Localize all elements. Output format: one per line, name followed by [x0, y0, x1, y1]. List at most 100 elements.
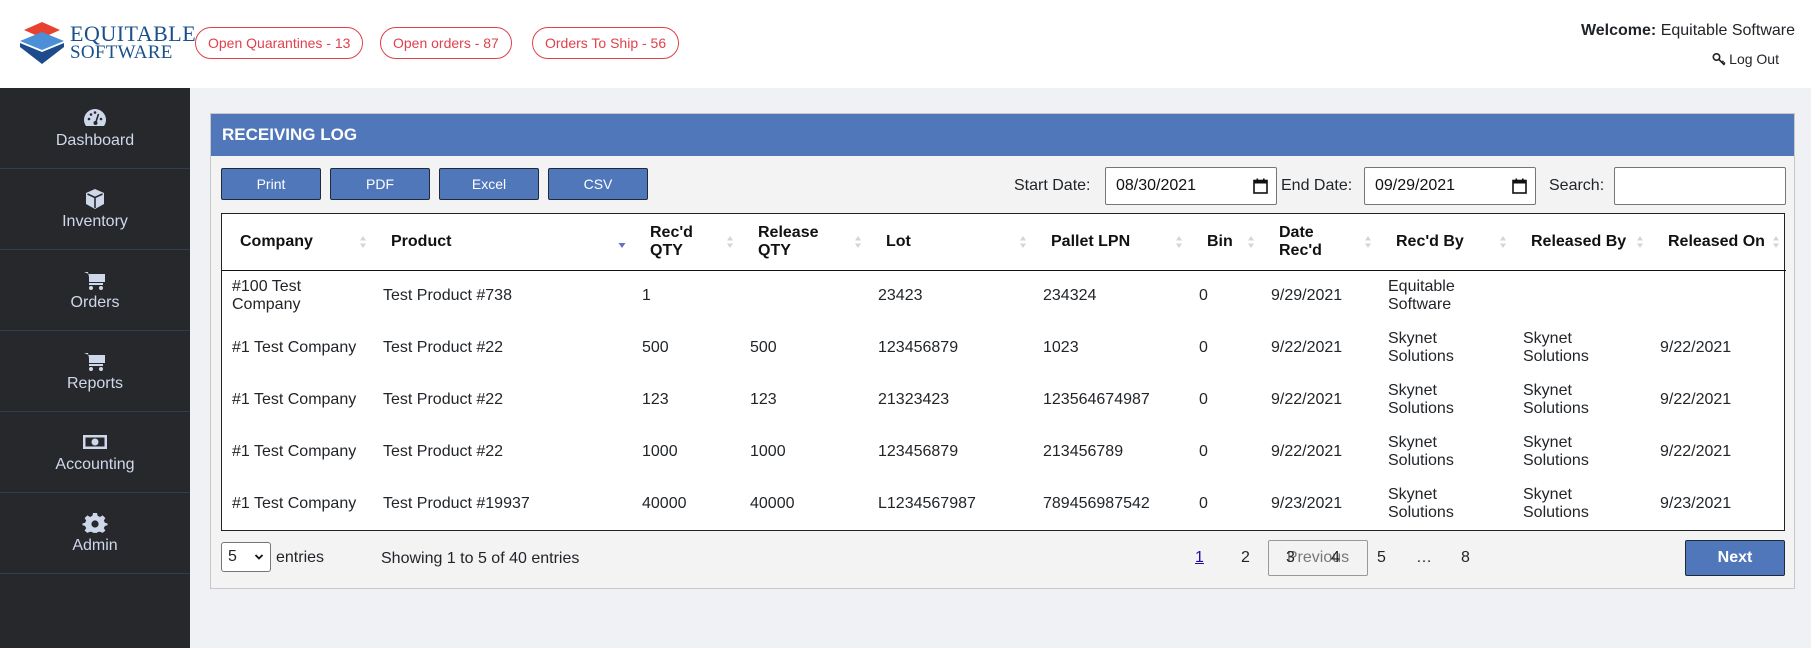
page-link-3[interactable]: 3 — [1286, 549, 1295, 567]
sort-icon — [1020, 235, 1026, 248]
sidebar-item-orders[interactable]: Orders — [0, 250, 190, 331]
start-date-input[interactable]: 08/30/2021 — [1105, 167, 1277, 205]
chevron-down-icon — [254, 554, 264, 560]
end-date-input[interactable]: 09/29/2021 — [1364, 167, 1536, 205]
start-date-label: Start Date: — [1014, 177, 1091, 194]
money-icon — [83, 434, 107, 449]
cell-date-rec-d: 9/23/2021 — [1271, 495, 1343, 512]
cell-released-by: Skynet Solutions — [1523, 434, 1589, 469]
sidebar-item-reports[interactable]: Reports — [0, 331, 190, 412]
table-row[interactable]: #1 Test Company Test Product #19937 40000 4… — [222, 478, 1786, 530]
cell-lot: 23423 — [878, 287, 923, 305]
sidebar-item-label: Reports — [66, 374, 124, 392]
cell-company: #1 Test Company — [232, 391, 357, 408]
open-orders-pill[interactable]: Open orders - 87 — [380, 27, 512, 59]
page-link-1[interactable]: 1 — [1195, 549, 1204, 567]
table-row[interactable]: #1 Test Company Test Product #22 1000 1000 1… — [222, 426, 1786, 478]
cell-rec-d-qty: 1000 — [642, 443, 678, 460]
logout-link[interactable]: Log Out — [1712, 51, 1779, 67]
page-length-select[interactable]: 5 — [221, 542, 271, 572]
logo-line-1: EQUITABLE — [70, 21, 197, 46]
cell-released-on: 9/23/2021 — [1660, 495, 1732, 512]
cart-icon — [84, 352, 105, 371]
page-link-2[interactable]: 2 — [1241, 549, 1250, 567]
calendar-icon[interactable] — [1253, 178, 1268, 194]
cell-pallet-lpn: 234324 — [1043, 287, 1097, 305]
column-header-rec-d-by[interactable]: Rec'd By — [1378, 214, 1513, 271]
cell-released-by — [1513, 270, 1650, 322]
entries-label: entries — [276, 549, 325, 566]
sidebar-item-inventory[interactable]: Inventory — [0, 169, 190, 250]
cell-rec-d-by: Skynet Solutions — [1388, 330, 1454, 365]
cell-rec-d-by: Equitable Software — [1388, 278, 1455, 314]
cell-rec-d-by: Skynet Solutions — [1388, 434, 1454, 469]
calendar-icon[interactable] — [1512, 178, 1527, 194]
logo[interactable]: EQUITABLE SOFTWARE — [16, 22, 196, 64]
sort-icon — [1248, 235, 1254, 248]
cell-product: Test Product #19937 — [383, 495, 530, 512]
print-button[interactable]: Print — [221, 168, 321, 200]
welcome-user: Equitable Software — [1660, 22, 1795, 39]
page-link-4[interactable]: 4 — [1331, 549, 1340, 567]
cell-release-qty: 500 — [750, 339, 777, 356]
table-row[interactable]: #100 Test Company Test Product #738 1 23423… — [222, 270, 1786, 322]
column-header-rec-d-qty[interactable]: Rec'd QTY — [632, 214, 740, 271]
cell-product: Test Product #22 — [383, 443, 504, 460]
cell-product: Test Product #738 — [383, 287, 512, 305]
cell-rec-d-by: Skynet Solutions — [1388, 486, 1454, 521]
column-header-released-by[interactable]: Released By — [1513, 214, 1650, 271]
cell-company: #1 Test Company — [232, 495, 357, 512]
cell-pallet-lpn: 213456789 — [1043, 443, 1124, 460]
sidebar-item-admin[interactable]: Admin — [0, 493, 190, 574]
cell-product: Test Product #22 — [383, 391, 504, 408]
table-row[interactable]: #1 Test Company Test Product #22 500 500 123… — [222, 322, 1786, 374]
csv-button[interactable]: CSV — [548, 168, 648, 200]
page-link-5[interactable]: 5 — [1377, 549, 1386, 567]
previous-button[interactable]: Previous — [1268, 540, 1368, 576]
orders-to-ship-pill[interactable]: Orders To Ship - 56 — [532, 27, 680, 59]
box-icon — [86, 188, 104, 209]
cart-icon — [84, 271, 105, 290]
column-header-released-on[interactable]: Released On — [1650, 214, 1786, 271]
cell-lot: L1234567987 — [878, 495, 976, 512]
sidebar-item-label: Admin — [72, 536, 118, 554]
pdf-button[interactable]: PDF — [330, 168, 430, 200]
page-link-8[interactable]: 8 — [1461, 549, 1470, 567]
page-title: RECEIVING LOG — [211, 114, 1794, 156]
sort-icon — [360, 235, 366, 248]
table-info: Showing 1 to 5 of 40 entries — [381, 550, 580, 567]
excel-button[interactable]: Excel — [439, 168, 539, 200]
column-header-date-rec-d[interactable]: Date Rec'd — [1261, 214, 1378, 271]
cell-lot: 21323423 — [878, 391, 950, 408]
sort-icon — [1176, 235, 1182, 248]
sidebar-item-label: Inventory — [62, 212, 128, 230]
sort-icon — [1773, 235, 1779, 248]
sidebar-item-accounting[interactable]: Accounting — [0, 412, 190, 493]
receiving-log-card: RECEIVING LOG Print PDF Excel CSV Start … — [210, 113, 1795, 589]
cell-released-on: 9/22/2021 — [1660, 391, 1732, 408]
cell-rec-d-qty: 500 — [642, 339, 669, 356]
table-row[interactable]: #1 Test Company Test Product #22 123 123 213… — [222, 374, 1786, 426]
column-header-lot[interactable]: Lot — [868, 214, 1033, 271]
cell-rec-d-qty: 123 — [642, 391, 669, 408]
cell-date-rec-d: 9/22/2021 — [1271, 391, 1343, 408]
cell-released-on — [1650, 270, 1786, 322]
welcome-text: Welcome: Equitable Software — [1581, 22, 1795, 40]
search-input[interactable] — [1614, 167, 1786, 205]
cell-rec-d-qty: 1 — [642, 287, 651, 305]
cell-released-on: 9/22/2021 — [1660, 339, 1732, 356]
column-header-product[interactable]: Product — [373, 214, 632, 271]
sidebar-item-label: Dashboard — [55, 131, 135, 149]
top-bar: EQUITABLE SOFTWARE Open Quarantines - 13… — [0, 0, 1811, 88]
column-header-company[interactable]: Company — [222, 214, 373, 271]
open-quarantines-pill[interactable]: Open Quarantines - 13 — [195, 27, 364, 59]
column-header-pallet-lpn[interactable]: Pallet LPN — [1033, 214, 1189, 271]
welcome-label: Welcome: — [1580, 22, 1657, 39]
column-header-release-qty[interactable]: Release QTY — [740, 214, 868, 271]
next-button[interactable]: Next — [1685, 540, 1785, 576]
sort-desc-icon — [618, 242, 626, 248]
column-header-bin[interactable]: Bin — [1189, 214, 1261, 271]
sidebar-item-dashboard[interactable]: Dashboard — [0, 88, 190, 169]
cell-bin: 0 — [1199, 391, 1208, 408]
cell-company: #100 Test Company — [232, 278, 302, 314]
